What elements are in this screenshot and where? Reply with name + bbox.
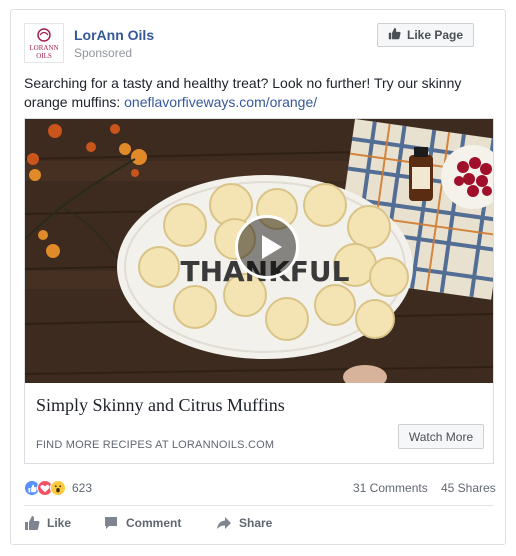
actions-divider	[24, 505, 494, 506]
play-video-button[interactable]	[235, 215, 299, 279]
link-attachment[interactable]: THANKFUL Simply Skinny and Citrus Muffin…	[24, 118, 494, 464]
link-domain[interactable]: FIND MORE RECIPES AT LORANNOILS.COM	[36, 439, 274, 451]
share-action-button[interactable]: Share	[216, 509, 272, 537]
svg-text:LORANN: LORANN	[29, 44, 58, 52]
like-page-button[interactable]: Like Page	[377, 23, 474, 47]
page-avatar-logo[interactable]: LORANN OILS	[24, 23, 64, 63]
comment-action-label: Comment	[126, 516, 182, 530]
wow-reaction-icon	[50, 480, 66, 496]
share-arrow-icon	[216, 515, 232, 531]
video-thumbnail[interactable]: THANKFUL	[25, 119, 493, 383]
thumbs-up-icon	[24, 515, 40, 531]
share-action-label: Share	[239, 516, 273, 530]
sponsored-post-card: LORANN OILS LorAnn Oils Sponsored Like P…	[10, 9, 506, 545]
like-action-button[interactable]: Like	[24, 509, 71, 537]
sponsored-label[interactable]: Sponsored	[74, 46, 132, 60]
comments-count[interactable]: 31 Comments	[353, 481, 428, 495]
page-name-link[interactable]: LorAnn Oils	[74, 27, 154, 43]
shares-count[interactable]: 45 Shares	[441, 481, 496, 495]
thumbs-up-icon	[388, 27, 401, 43]
reactions-summary[interactable]: 623	[24, 479, 92, 497]
comment-bubble-icon	[103, 515, 119, 531]
post-link[interactable]: oneflavorfiveways.com/orange/	[124, 94, 317, 110]
like-action-label: Like	[47, 516, 72, 530]
svg-text:OILS: OILS	[36, 52, 52, 60]
post-text: Searching for a tasty and healthy treat?…	[24, 74, 494, 112]
comment-action-button[interactable]: Comment	[103, 509, 181, 537]
reaction-count[interactable]: 623	[72, 481, 92, 495]
like-page-label: Like Page	[406, 28, 464, 42]
watch-more-button[interactable]: Watch More	[398, 424, 484, 449]
link-title[interactable]: Simply Skinny and Citrus Muffins	[36, 395, 285, 416]
